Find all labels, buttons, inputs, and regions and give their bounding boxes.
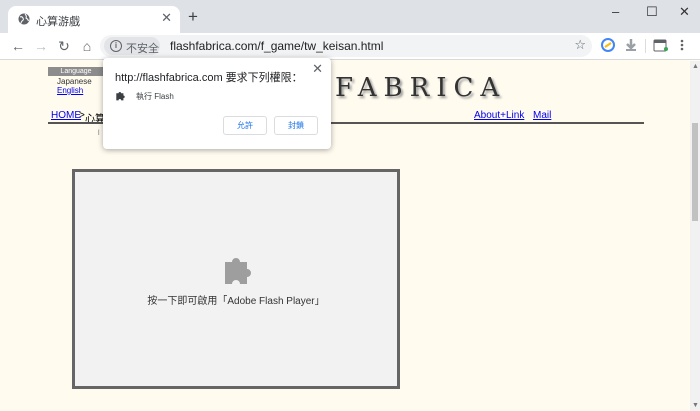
about-link[interactable]: About+Link — [474, 110, 524, 121]
language-header: Language — [48, 67, 104, 76]
flash-enable-prompt[interactable]: 按一下即可啟用「Adobe Flash Player」 — [75, 292, 397, 307]
back-button[interactable]: ← — [9, 37, 27, 55]
plugin-puzzle-icon — [116, 91, 125, 101]
block-button[interactable]: 封鎖 — [274, 116, 318, 135]
flash-plugin-placeholder[interactable]: 按一下即可啟用「Adobe Flash Player」 — [72, 169, 400, 389]
tab-title: 心算游戲 — [36, 16, 80, 28]
small-mark: l — [98, 130, 100, 137]
forward-button[interactable]: → — [32, 37, 50, 55]
maximize-button[interactable]: ☐ — [646, 5, 658, 19]
minimize-button[interactable]: – — [612, 5, 619, 19]
security-label: 不安全 — [126, 43, 159, 55]
breadcrumb-separator: > — [79, 110, 85, 121]
address-bar[interactable]: i 不安全 flashfabrica.com/f_game/tw_keisan.… — [100, 35, 592, 57]
mail-link[interactable]: Mail — [533, 110, 551, 121]
plugin-puzzle-icon — [225, 258, 251, 284]
bookmark-star-icon[interactable]: ☆ — [574, 37, 586, 53]
tab-strip: 心算游戲 ✕ + – ☐ ✕ — [0, 0, 700, 33]
browser-toolbar: ← → ↻ ⌂ i 不安全 flashfabrica.com/f_game/tw… — [0, 33, 700, 60]
permission-label: 執行 Flash — [136, 92, 174, 101]
scroll-thumb[interactable] — [692, 123, 698, 221]
new-tab-button[interactable]: + — [188, 8, 198, 25]
tab-close-icon[interactable]: ✕ — [161, 11, 172, 25]
language-english-link[interactable]: English — [57, 86, 83, 95]
globe-icon — [18, 13, 30, 25]
scroll-down-arrow[interactable]: ▼ — [692, 402, 699, 409]
extension-circle-icon[interactable] — [601, 38, 615, 52]
language-japanese[interactable]: Japanese — [57, 77, 92, 86]
info-icon: i — [110, 40, 122, 52]
scroll-up-arrow[interactable]: ▲ — [692, 63, 699, 70]
site-logo: FABRICA — [335, 73, 507, 103]
breadcrumb-home-link[interactable]: HOME — [51, 110, 81, 121]
popup-close-icon[interactable]: ✕ — [312, 62, 323, 76]
download-icon[interactable] — [624, 38, 638, 52]
url-text[interactable]: flashfabrica.com/f_game/tw_keisan.html — [170, 39, 383, 53]
close-window-button[interactable]: ✕ — [679, 5, 690, 19]
home-button[interactable]: ⌂ — [78, 37, 96, 55]
flash-permission-popup: http://flashfabrica.com 要求下列權限： ✕ 執行 Fla… — [103, 58, 331, 149]
browser-tab[interactable]: 心算游戲 ✕ — [8, 6, 180, 33]
toolbar-divider — [645, 39, 646, 53]
page-scrollbar[interactable]: ▲ ▼ — [690, 61, 700, 411]
menu-icon[interactable] — [679, 38, 685, 52]
security-indicator[interactable]: i 不安全 — [104, 37, 160, 55]
allow-button[interactable]: 允許 — [223, 116, 267, 135]
calendar-extension-icon[interactable] — [653, 38, 668, 52]
reload-button[interactable]: ↻ — [55, 37, 73, 55]
popup-title: http://flashfabrica.com 要求下列權限： — [115, 72, 303, 84]
